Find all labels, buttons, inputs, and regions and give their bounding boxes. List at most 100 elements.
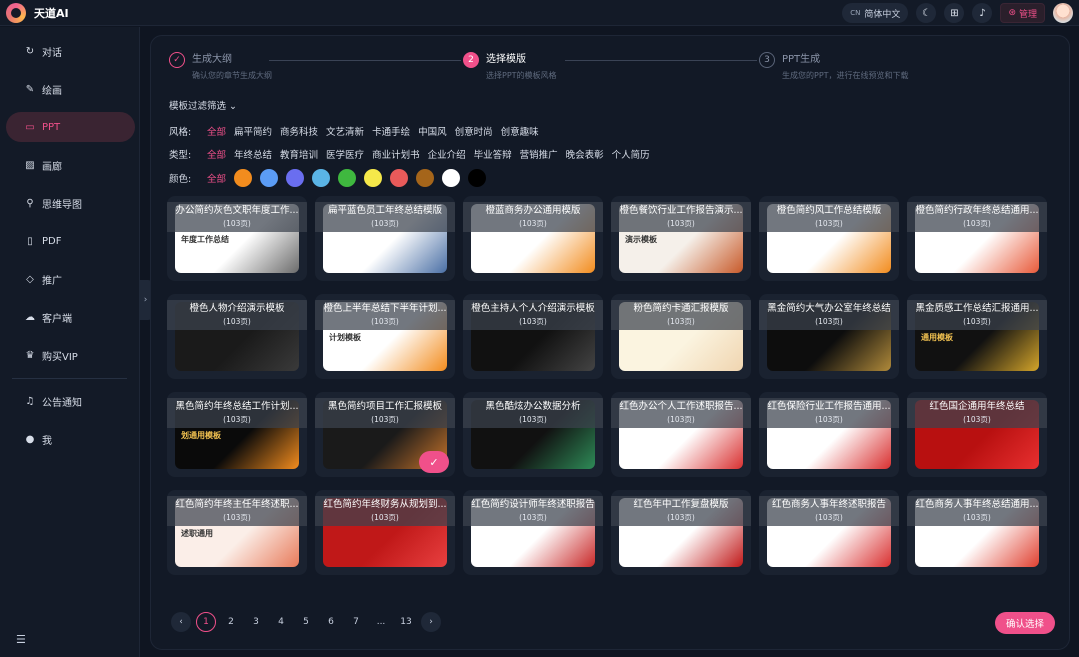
template-card[interactable]: 橙蓝商务办公通用模版 (103页) <box>463 196 603 281</box>
color-swatch[interactable] <box>286 169 305 187</box>
sidebar-item-label: 公告通知 <box>42 397 82 409</box>
style-filter-option[interactable]: 卡通手绘 <box>372 124 410 138</box>
type-filter-option[interactable]: 全部 <box>207 147 226 161</box>
sidebar-bottom-item-1[interactable]: ● 我 <box>6 424 135 454</box>
type-filter-option[interactable]: 医学医疗 <box>326 147 364 161</box>
color-swatch[interactable] <box>468 169 487 187</box>
template-card[interactable]: 红色办公个人工作述职报告... (103页) <box>611 392 751 477</box>
type-filter-option[interactable]: 教育培训 <box>280 147 318 161</box>
color-swatch[interactable] <box>390 169 409 187</box>
template-card[interactable]: 黑金简约大气办公室年终总结 (103页) <box>759 294 899 379</box>
color-swatch[interactable] <box>338 169 357 187</box>
prev-page-button[interactable]: ‹ <box>171 612 191 632</box>
color-swatch[interactable] <box>312 169 331 187</box>
sidebar-item-6[interactable]: ◇ 推广 <box>6 264 135 294</box>
template-card[interactable]: 红色年中工作复盘模版 (103页) <box>611 490 751 575</box>
template-caption: 橙色餐饮行业工作报告演示... (103页) <box>611 202 751 232</box>
avatar[interactable] <box>1053 3 1073 23</box>
step-connector <box>269 60 461 61</box>
page-button[interactable]: 2 <box>221 612 241 632</box>
template-card[interactable]: 橙色人物介绍演示模板 (103页) <box>167 294 307 379</box>
menu-toggle-icon[interactable]: ☰ <box>16 633 26 646</box>
sidebar-item-7[interactable]: ☁ 客户端 <box>6 302 135 332</box>
style-filter-option[interactable]: 创意趣味 <box>501 124 539 138</box>
style-filter-option[interactable]: 中国风 <box>418 124 447 138</box>
step-number: 2 <box>463 52 479 68</box>
page-button[interactable]: 5 <box>296 612 316 632</box>
sidebar-item-4[interactable]: ⚲ 思维导图 <box>6 188 135 218</box>
style-filter-option[interactable]: 文艺清新 <box>326 124 364 138</box>
template-card[interactable]: 粉色简约卡通汇报模版 (103页) <box>611 294 751 379</box>
type-filter-option[interactable]: 晚会表彰 <box>566 147 604 161</box>
color-swatch[interactable] <box>442 169 461 187</box>
type-filter-option[interactable]: 个人简历 <box>612 147 650 161</box>
template-title: 黑金质感工作总结汇报通用... <box>915 303 1039 314</box>
template-title: 红色简约设计师年终述职报告 <box>471 499 595 510</box>
template-card[interactable]: 红色简约设计师年终述职报告 (103页) <box>463 490 603 575</box>
template-card[interactable]: 划通用模板 黑色简约年终总结工作计划... (103页) <box>167 392 307 477</box>
template-card[interactable]: 红色保险行业工作报告通用... (103页) <box>759 392 899 477</box>
template-title: 黑金简约大气办公室年终总结 <box>767 303 891 314</box>
template-card[interactable]: 橙色简约行政年终总结通用... (103页) <box>907 196 1047 281</box>
template-card[interactable]: 红色简约年终财务从规划到... (103页) <box>315 490 455 575</box>
sidebar-bottom-item-0[interactable]: ♫ 公告通知 <box>6 386 135 416</box>
sidebar-item-3[interactable]: ▨ 画廊 <box>6 150 135 180</box>
style-filter-option[interactable]: 商务科技 <box>280 124 318 138</box>
gift-icon[interactable]: ⊞ <box>944 3 965 23</box>
filter-toggle[interactable]: 模板过滤筛选 ⌄ <box>169 98 237 112</box>
admin-button[interactable]: ⊛ 管理 <box>1000 3 1045 23</box>
style-filter-option[interactable]: 扁平简约 <box>234 124 272 138</box>
template-pages: (103页) <box>667 513 695 522</box>
confirm-selection-button[interactable]: 确认选择 <box>995 612 1055 634</box>
style-filter-option[interactable]: 全部 <box>207 124 226 138</box>
template-card[interactable]: 演示模板 橙色餐饮行业工作报告演示... (103页) <box>611 196 751 281</box>
template-card[interactable]: 黑色简约项目工作汇报模板 (103页) ✓ <box>315 392 455 477</box>
bell-icon[interactable]: ♪ <box>972 3 993 23</box>
type-filter-option[interactable]: 毕业答辩 <box>474 147 512 161</box>
moon-icon[interactable]: ☾ <box>916 3 937 23</box>
color-filter-all[interactable]: 全部 <box>207 171 226 185</box>
sidebar-item-5[interactable]: ▯ PDF <box>6 226 135 256</box>
crown-icon: ♛ <box>25 349 35 361</box>
template-caption: 黑色简约项目工作汇报模板 (103页) <box>315 398 455 428</box>
sidebar-item-1[interactable]: ✎ 绘画 <box>6 74 135 104</box>
selected-check-icon: ✓ <box>419 451 449 473</box>
template-card[interactable]: 红色商务人事年终述职报告 (103页) <box>759 490 899 575</box>
template-card[interactable]: 通用模板 黑金质感工作总结汇报通用... (103页) <box>907 294 1047 379</box>
template-card[interactable]: 述职通用 红色简约年终主任年终述职... (103页) <box>167 490 307 575</box>
color-swatch[interactable] <box>234 169 253 187</box>
language-switcher[interactable]: CN 简体中文 <box>842 3 909 23</box>
template-caption: 橙色主持人个人介绍演示模板 (103页) <box>463 300 603 330</box>
color-swatch[interactable] <box>364 169 383 187</box>
template-card[interactable]: 扁平蓝色员工年终总结模版 (103页) <box>315 196 455 281</box>
sidebar-item-8[interactable]: ♛ 购买VIP <box>6 340 135 370</box>
type-filter-option[interactable]: 商业计划书 <box>372 147 420 161</box>
color-swatch[interactable] <box>260 169 279 187</box>
page-button[interactable]: ... <box>371 612 391 632</box>
type-filter-option[interactable]: 年终总结 <box>234 147 272 161</box>
template-card[interactable]: 橙色主持人个人介绍演示模板 (103页) <box>463 294 603 379</box>
page-button[interactable]: 4 <box>271 612 291 632</box>
page-button[interactable]: 6 <box>321 612 341 632</box>
style-filter-option[interactable]: 创意时尚 <box>455 124 493 138</box>
page-button[interactable]: 1 <box>196 612 216 632</box>
page-button[interactable]: 7 <box>346 612 366 632</box>
template-card[interactable]: 年度工作总结 办公简约灰色文职年度工作... (103页) <box>167 196 307 281</box>
template-card[interactable]: 黑色酷炫办公数据分析 (103页) <box>463 392 603 477</box>
sidebar-item-2[interactable]: ▭ PPT <box>6 112 135 142</box>
page-button[interactable]: 3 <box>246 612 266 632</box>
page-button[interactable]: 13 <box>396 612 416 632</box>
template-card[interactable]: 红色国企通用年终总结 (103页) <box>907 392 1047 477</box>
type-filter-option[interactable]: 企业介绍 <box>428 147 466 161</box>
template-card[interactable]: 计划模板 橙色上半年总结下半年计划... (103页) <box>315 294 455 379</box>
type-filter-option[interactable]: 营销推广 <box>520 147 558 161</box>
template-card[interactable]: 红色商务人事年终总结通用... (103页) <box>907 490 1047 575</box>
template-title: 红色商务人事年终总结通用... <box>915 499 1039 510</box>
color-swatch[interactable] <box>416 169 435 187</box>
next-page-button[interactable]: › <box>421 612 441 632</box>
admin-icon: ⊛ <box>1008 8 1016 18</box>
template-caption: 红色商务人事年终总结通用... (103页) <box>907 496 1047 526</box>
template-card[interactable]: 橙色简约风工作总结模版 (103页) <box>759 196 899 281</box>
step-title: 生成大纲 <box>192 54 232 65</box>
sidebar-item-0[interactable]: ↻ 对话 <box>6 36 135 66</box>
